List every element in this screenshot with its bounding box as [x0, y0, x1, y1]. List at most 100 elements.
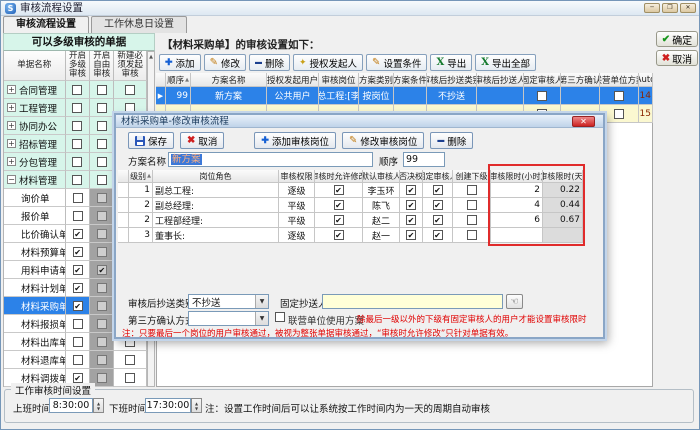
tree-row-name-cell[interactable]: 材料报损单 [4, 315, 66, 333]
export-button[interactable]: X导出 [430, 54, 472, 71]
checkbox[interactable] [73, 211, 83, 221]
checkbox[interactable]: ✔ [406, 215, 416, 225]
plan-name-input[interactable]: 新方案 [168, 152, 373, 167]
checkbox[interactable] [97, 301, 107, 311]
checkbox[interactable] [614, 91, 624, 101]
tree-row-name-cell[interactable]: 报价单 [4, 207, 66, 225]
tree-row-name-cell[interactable]: 材料预算单 [4, 243, 66, 261]
cc-type-select[interactable]: 不抄送 ▼ [188, 294, 269, 309]
checkbox[interactable] [467, 185, 477, 195]
checkbox[interactable]: ✔ [433, 215, 443, 225]
third-party-select[interactable]: ▼ [188, 311, 269, 326]
checkbox[interactable]: ✔ [406, 230, 416, 240]
restore-button[interactable]: ❐ [662, 3, 678, 13]
checkbox[interactable] [97, 319, 107, 329]
checkbox[interactable] [97, 211, 107, 221]
checkbox[interactable] [97, 157, 107, 167]
checkbox[interactable]: ✔ [433, 185, 443, 195]
tree-row-name-cell[interactable]: 材料计划单 [4, 279, 66, 297]
checkbox[interactable] [467, 215, 477, 225]
checkbox[interactable]: ✔ [73, 301, 83, 311]
checkbox[interactable] [97, 229, 107, 239]
checkbox[interactable]: ✔ [334, 215, 344, 225]
modify-post-button[interactable]: ✎修改审核岗位 [342, 132, 424, 149]
joint-plan-checkbox[interactable] [275, 312, 285, 322]
post-grid-row[interactable]: 1副总工程:逐级✔李玉环✔✔20.22 [118, 183, 583, 198]
checkbox[interactable] [97, 193, 107, 203]
checkbox[interactable] [72, 175, 82, 185]
export-all-button[interactable]: X导出全部 [475, 54, 536, 71]
checkbox[interactable] [97, 373, 107, 383]
tree-row-name-cell[interactable]: +合同管理 [4, 81, 66, 99]
delete-button[interactable]: ▬删除 [249, 54, 290, 71]
expand-icon[interactable]: + [7, 121, 16, 130]
modify-button[interactable]: ✎修改 [204, 54, 246, 71]
checkbox[interactable] [72, 121, 82, 131]
checkbox[interactable]: ✔ [73, 229, 83, 239]
checkbox[interactable]: ✔ [433, 200, 443, 210]
checkbox[interactable]: ✔ [334, 230, 344, 240]
checkbox[interactable]: ✔ [406, 200, 416, 210]
minimize-button[interactable]: ─ [644, 3, 660, 13]
checkbox[interactable]: ✔ [97, 265, 107, 275]
checkbox[interactable]: ✔ [73, 283, 83, 293]
set-condition-button[interactable]: ✎设置条件 [366, 54, 427, 71]
tree-row[interactable]: +合同管理 [4, 81, 147, 99]
checkbox[interactable] [72, 157, 82, 167]
expand-icon[interactable]: + [7, 157, 16, 166]
tree-row-name-cell[interactable]: 询价单 [4, 189, 66, 207]
expand-icon[interactable]: + [7, 103, 16, 112]
post-grid-row[interactable]: 2副总经理:平级✔陈飞✔✔40.44 [118, 198, 583, 213]
plan-grid-row[interactable]: ▶99新方案公共用户副总工程:[李玉按岗位不抄送214 [156, 87, 653, 105]
ok-button[interactable]: ✔ 确定 [656, 31, 698, 47]
checkbox[interactable] [97, 355, 107, 365]
checkbox[interactable] [97, 139, 107, 149]
checkbox[interactable] [467, 230, 477, 240]
checkbox[interactable] [97, 175, 107, 185]
checkbox[interactable]: ✔ [73, 247, 83, 257]
checkbox[interactable] [73, 319, 83, 329]
checkbox[interactable]: ✔ [433, 230, 443, 240]
checkbox[interactable] [73, 337, 83, 347]
checkbox[interactable] [97, 337, 107, 347]
tree-row-name-cell[interactable]: +招标管理 [4, 135, 66, 153]
authorize-initiator-button[interactable]: ✦授权发起人 [293, 54, 363, 71]
tree-row-name-cell[interactable]: 材料采购单 [4, 297, 66, 315]
tree-row[interactable]: 材料退库单 [4, 351, 147, 369]
add-post-button[interactable]: ✚添加审核岗位 [254, 132, 336, 149]
post-grid-row[interactable]: 2工程部经理:平级✔赵二✔✔60.67 [118, 213, 583, 228]
pick-person-button[interactable]: ☜ [506, 294, 523, 309]
post-grid-row[interactable]: 3董事长:逐级✔赵一✔✔ [118, 228, 583, 243]
checkbox[interactable] [72, 103, 82, 113]
dialog-close-button[interactable]: ✕ [572, 116, 595, 127]
tree-row-name-cell[interactable]: 比价确认单 [4, 225, 66, 243]
tree-row-name-cell[interactable]: 材料出库单 [4, 333, 66, 351]
cancel-button[interactable]: ✖取消 [180, 132, 224, 149]
checkbox[interactable] [97, 103, 107, 113]
tree-row-name-cell[interactable]: +协同办公 [4, 117, 66, 135]
checkbox[interactable] [125, 85, 135, 95]
expand-icon[interactable]: + [7, 139, 16, 148]
tree-row-name-cell[interactable]: 用料申请单 [4, 261, 66, 279]
checkbox[interactable] [72, 139, 82, 149]
checkbox[interactable] [73, 193, 83, 203]
checkbox[interactable] [614, 109, 624, 119]
checkbox[interactable] [97, 247, 107, 257]
checkbox[interactable] [537, 91, 547, 101]
checkbox[interactable] [97, 121, 107, 131]
checkbox[interactable] [73, 355, 83, 365]
checkbox[interactable] [125, 355, 135, 365]
end-time-spinner[interactable]: ▲▼ [191, 398, 202, 413]
add-button[interactable]: ✚添加 [159, 54, 201, 71]
checkbox[interactable] [467, 200, 477, 210]
expand-icon[interactable]: + [7, 85, 16, 94]
checkbox[interactable] [125, 373, 135, 383]
checkbox[interactable]: ✔ [334, 200, 344, 210]
checkbox[interactable] [97, 283, 107, 293]
checkbox[interactable]: ✔ [73, 265, 83, 275]
checkbox[interactable] [97, 85, 107, 95]
tree-row-name-cell[interactable]: −材料管理 [4, 171, 66, 189]
order-input[interactable]: 99 [403, 152, 445, 167]
start-time-input[interactable]: 8:30:00 [49, 398, 93, 413]
tree-row-name-cell[interactable]: 材料退库单 [4, 351, 66, 369]
